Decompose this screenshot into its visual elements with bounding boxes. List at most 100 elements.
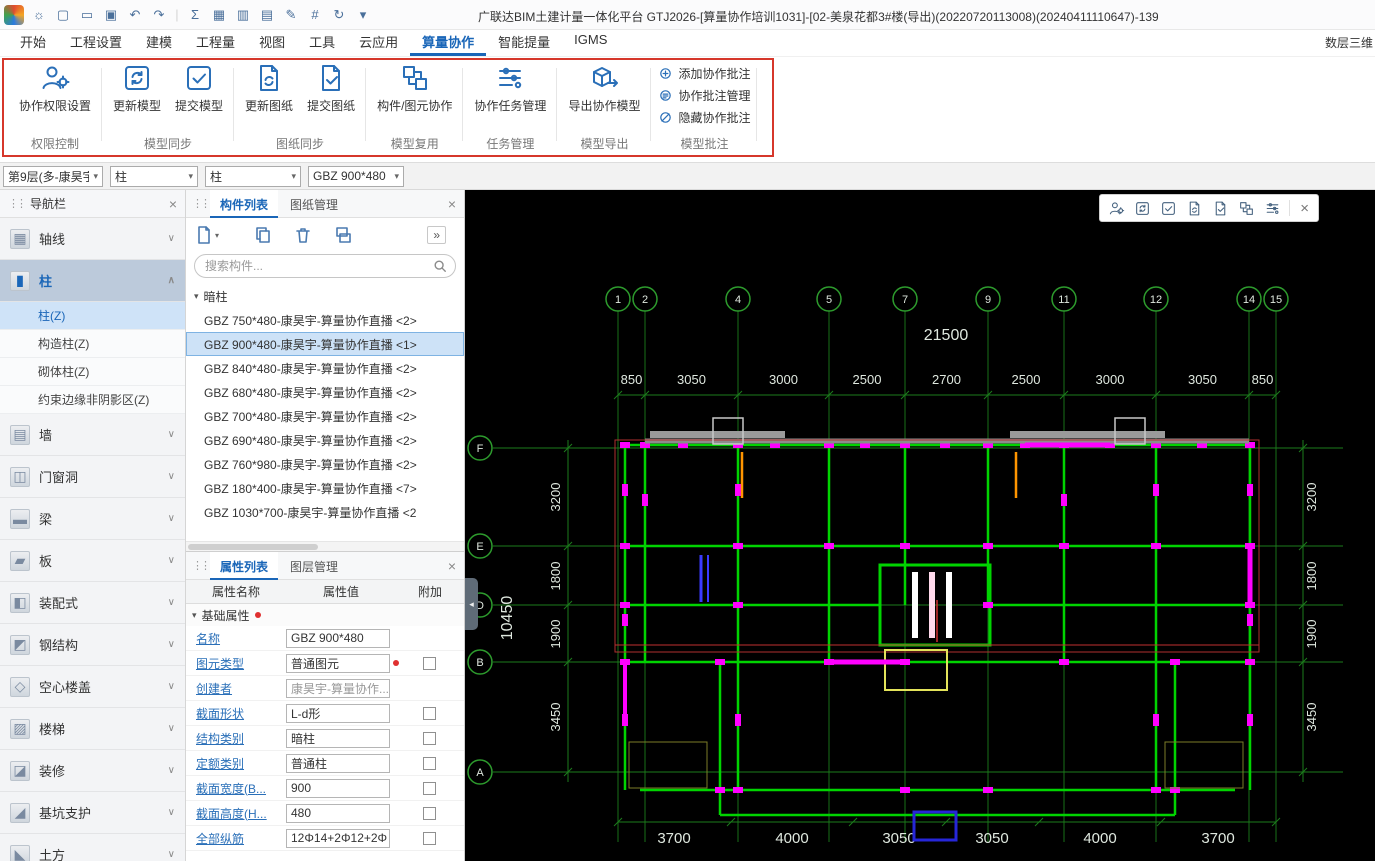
property-value-input[interactable]: 普通图元	[286, 654, 390, 673]
collab-task-manage-button[interactable]: 协作任务管理	[470, 60, 550, 114]
component-item[interactable]: GBZ 690*480-康昊宇-算量协作直播 <2>	[186, 428, 464, 452]
delete-component-icon[interactable]	[293, 225, 313, 245]
component-item[interactable]: GBZ 700*480-康昊宇-算量协作直播 <2>	[186, 404, 464, 428]
menu-tab-4[interactable]: 视图	[247, 28, 297, 56]
component-item[interactable]: GBZ 900*480-康昊宇-算量协作直播 <1>	[186, 332, 464, 356]
redo-icon[interactable]: ↷	[148, 4, 170, 26]
menu-tab-3[interactable]: 工程量	[184, 28, 247, 56]
export-collab-model-button[interactable]: 导出协作模型	[564, 60, 644, 114]
property-name[interactable]: 名称	[186, 630, 286, 647]
component-tab-1[interactable]: 图纸管理	[280, 190, 348, 218]
hide-collab-note-button[interactable]: 隐藏协作批注	[658, 109, 750, 126]
component-item[interactable]: GBZ 760*980-康昊宇-算量协作直播 <2>	[186, 452, 464, 476]
sidebar-item-prefab[interactable]: ◧装配式∨	[0, 582, 185, 624]
task-manage-icon[interactable]	[1260, 197, 1284, 219]
property-tab-1[interactable]: 图层管理	[280, 552, 348, 580]
menu-tab-6[interactable]: 云应用	[347, 28, 410, 56]
sidebar-item-slab[interactable]: ▰板∨	[0, 540, 185, 582]
property-name[interactable]: 截面高度(H...	[186, 805, 286, 822]
property-grip-icon[interactable]: ⋮⋮	[192, 559, 208, 572]
sidebar-item-axis[interactable]: ▦轴线∨	[0, 218, 185, 260]
component-item[interactable]: GBZ 840*480-康昊宇-算量协作直播 <2>	[186, 356, 464, 380]
attach-checkbox[interactable]	[423, 807, 436, 820]
submit-model-icon[interactable]	[1156, 197, 1180, 219]
open-folder-icon[interactable]: ▭	[76, 4, 98, 26]
search-input[interactable]	[194, 254, 456, 278]
attach-checkbox[interactable]	[423, 782, 436, 795]
floor-3d-button[interactable]: 数层三维	[1325, 34, 1373, 51]
type-selector[interactable]: 柱▾	[205, 166, 301, 187]
attach-checkbox[interactable]	[423, 657, 436, 670]
update-drawing-icon[interactable]	[1182, 197, 1206, 219]
menu-tab-8[interactable]: 智能提量	[486, 28, 562, 56]
interlayer-copy-icon[interactable]	[333, 225, 353, 245]
property-value-input[interactable]: 普通柱	[286, 754, 390, 773]
component-item[interactable]: GBZ 1030*700-康昊宇-算量协作直播 <2	[186, 500, 464, 524]
sidebar-item-hollow-slab[interactable]: ◇空心楼盖∨	[0, 666, 185, 708]
chevron-down-icon[interactable]: ▾	[215, 231, 219, 240]
component-selector[interactable]: GBZ 900*480▾	[308, 166, 404, 187]
manage-collab-note-button[interactable]: 协作批注管理	[658, 87, 750, 104]
more-tools-button[interactable]: »	[427, 226, 446, 244]
sidebar-item-stair[interactable]: ▨楼梯∨	[0, 708, 185, 750]
property-name[interactable]: 结构类别	[186, 730, 286, 747]
attach-checkbox[interactable]	[423, 757, 436, 770]
category-selector[interactable]: 柱▾	[110, 166, 198, 187]
component-item[interactable]: GBZ 180*400-康昊宇-算量协作直播 <7>	[186, 476, 464, 500]
update-model-icon[interactable]	[1130, 197, 1154, 219]
sidebar-item-steel[interactable]: ◩钢结构∨	[0, 624, 185, 666]
sidebar-item-decoration[interactable]: ◪装修∨	[0, 750, 185, 792]
property-name[interactable]: 创建者	[186, 680, 286, 697]
undo-icon[interactable]: ↶	[124, 4, 146, 26]
menu-tab-1[interactable]: 工程设置	[58, 28, 134, 56]
component-close-icon[interactable]: ×	[448, 196, 458, 212]
collab-permission-button[interactable]: 协作权限设置	[15, 60, 95, 114]
close-icon[interactable]: ×	[169, 196, 177, 212]
component-tab-0[interactable]: 构件列表	[210, 190, 278, 218]
axis-grid-icon[interactable]: #	[304, 4, 326, 26]
menu-tab-9[interactable]: IGMS	[562, 28, 619, 56]
property-name[interactable]: 图元类型	[186, 655, 286, 672]
property-value-input[interactable]: 900	[286, 779, 390, 798]
menu-tab-5[interactable]: 工具	[297, 28, 347, 56]
component-item[interactable]: GBZ 750*480-康昊宇-算量协作直播 <2>	[186, 308, 464, 332]
summary-calc-icon[interactable]: Σ	[184, 4, 206, 26]
panel-collapse-arrow[interactable]: ◂	[465, 578, 478, 630]
component-grip-icon[interactable]: ⋮⋮	[192, 197, 208, 210]
property-name[interactable]: 截面形状	[186, 705, 286, 722]
sidebar-item-pit-support[interactable]: ◢基坑支护∨	[0, 792, 185, 834]
drawing-canvas[interactable]: 8503050300025002700250030003050850215003…	[465, 190, 1375, 861]
update-model-button[interactable]: 更新模型	[109, 60, 165, 114]
sync-icon[interactable]: ↻	[328, 4, 350, 26]
component-group-header[interactable]: ▾暗柱	[186, 284, 464, 308]
property-value-input[interactable]: 暗柱	[286, 729, 390, 748]
property-close-icon[interactable]: ×	[448, 558, 458, 574]
horizontal-scrollbar[interactable]	[186, 541, 464, 551]
property-name[interactable]: 截面宽度(B...	[186, 780, 286, 797]
floor-selector[interactable]: 第9层(多-康昊宇▾	[3, 166, 103, 187]
property-tab-0[interactable]: 属性列表	[210, 552, 278, 580]
draw-icon[interactable]: ✎	[280, 4, 302, 26]
more-icon[interactable]: ▾	[352, 4, 374, 26]
close-icon[interactable]: ×	[1295, 200, 1314, 217]
property-value-input[interactable]: 康昊宇-算量协作...	[286, 679, 390, 698]
menu-tab-2[interactable]: 建模	[134, 28, 184, 56]
sidebar-subitem-column-z[interactable]: 柱(Z)	[0, 302, 185, 330]
update-drawing-button[interactable]: 更新图纸	[241, 60, 297, 114]
cad-drawing[interactable]: 8503050300025002700250030003050850215003…	[465, 190, 1375, 861]
attach-checkbox[interactable]	[423, 707, 436, 720]
property-name[interactable]: 全部纵筋	[186, 830, 286, 847]
copy-component-icon[interactable]	[253, 225, 273, 245]
collab-permission-icon[interactable]	[1104, 197, 1128, 219]
sidebar-subitem-structural-column-z[interactable]: 构造柱(Z)	[0, 330, 185, 358]
attach-checkbox[interactable]	[423, 732, 436, 745]
calc-expression-icon[interactable]: ▥	[232, 4, 254, 26]
sidebar-item-column[interactable]: ▮柱∧	[0, 260, 185, 302]
property-value-input[interactable]: L-d形	[286, 704, 390, 723]
sidebar-item-earthwork[interactable]: ◣土方∨	[0, 834, 185, 861]
property-value-input[interactable]: 480	[286, 804, 390, 823]
property-name[interactable]: 定额类别	[186, 755, 286, 772]
scrollbar-thumb[interactable]	[188, 544, 318, 550]
drag-grip-icon[interactable]: ⋮⋮	[8, 197, 24, 210]
menu-tab-0[interactable]: 开始	[8, 28, 58, 56]
